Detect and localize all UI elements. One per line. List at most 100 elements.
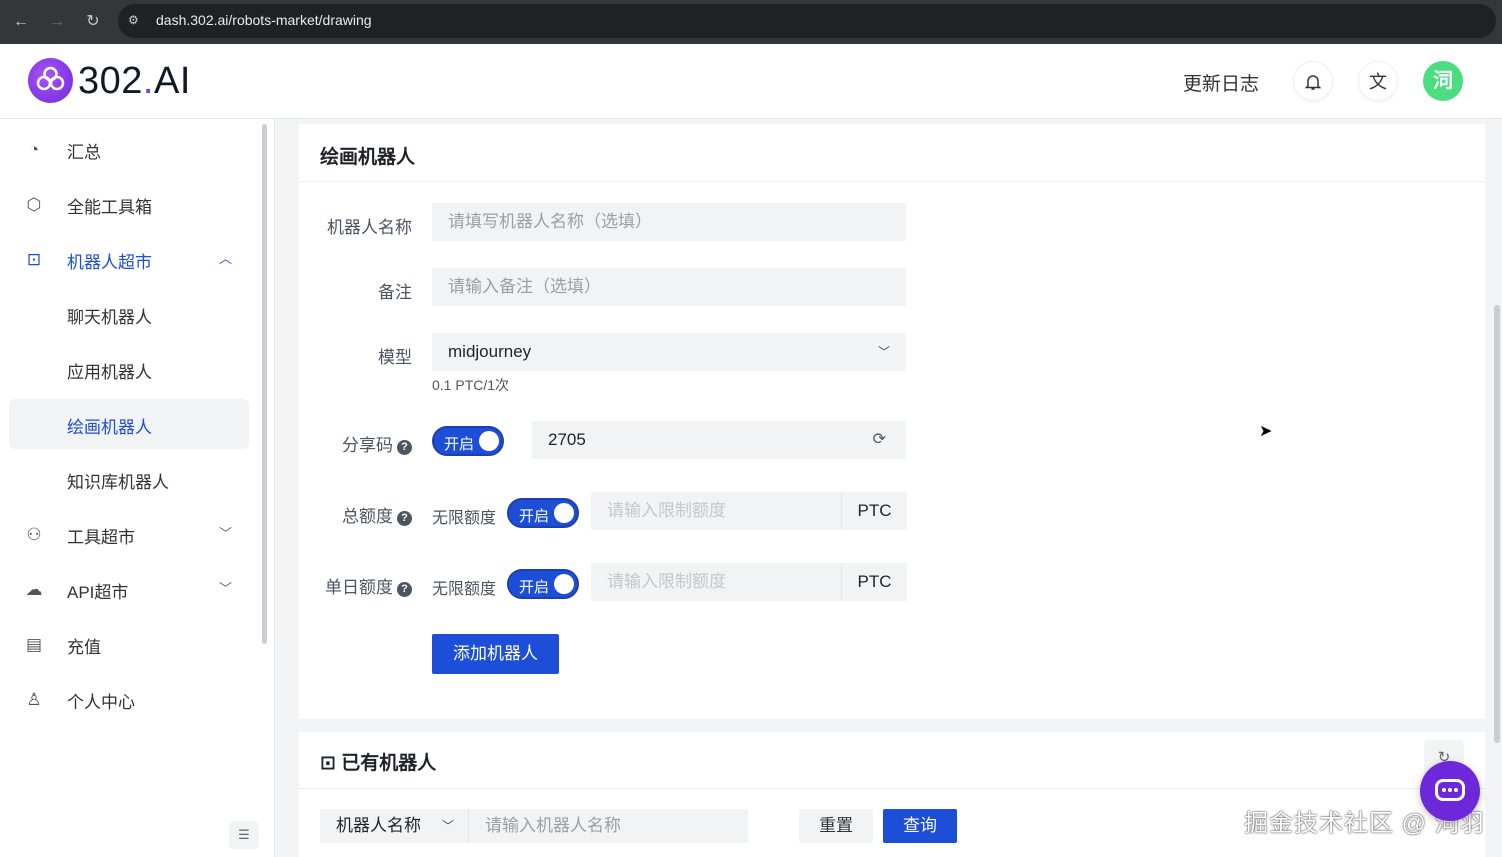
sidebar-item-api-market[interactable]: ☁ API超市 ﹀ bbox=[9, 564, 249, 614]
sidebar-item-label: 工具超市 bbox=[67, 528, 135, 547]
chevron-down-icon: ﹀ bbox=[219, 526, 233, 541]
avatar[interactable]: 泀 bbox=[1423, 61, 1463, 101]
sidebar: ◔ 汇总 ⬡ 全能工具箱 ⊡ 机器人超市 ︿ 聊天机器人 应用机器人 绘画机器人… bbox=[0, 119, 275, 857]
daily-quota-toggle[interactable]: 开启 bbox=[507, 569, 579, 599]
daily-quota-label-text: 单日额度 bbox=[325, 578, 393, 597]
apps-icon: ⚇ bbox=[26, 525, 42, 544]
sidebar-item-label: 机器人超市 bbox=[67, 253, 152, 272]
search-input[interactable]: 请输入机器人名称 bbox=[468, 809, 748, 843]
card-title-text: 已有机器人 bbox=[341, 753, 437, 774]
chevron-down-icon: ﹀ bbox=[441, 819, 454, 833]
refresh-icon[interactable]: ⟳ bbox=[873, 421, 886, 459]
filter-field-value: 机器人名称 bbox=[336, 816, 421, 835]
sidebar-scrollbar[interactable] bbox=[262, 124, 267, 644]
model-value: midjourney bbox=[448, 342, 532, 361]
sidebar-item-label: 应用机器人 bbox=[67, 363, 152, 382]
sidebar-item-tool-market[interactable]: ⚇ 工具超市 ﹀ bbox=[9, 509, 249, 559]
address-bar[interactable]: ⚙ dash.302.ai/robots-market/drawing bbox=[118, 4, 1496, 38]
create-robot-card: 绘画机器人 机器人名称 请填写机器人名称（选填） 备注 请输入备注（选填） 模型… bbox=[299, 124, 1485, 719]
existing-robots-card: ⊡ 已有机器人 ↻ 机器人名称 ﹀ 请输入机器人名称 重置 查询 bbox=[299, 732, 1485, 857]
sidebar-item-chat-robot[interactable]: 聊天机器人 bbox=[9, 289, 249, 339]
filter-field-select[interactable]: 机器人名称 ﹀ bbox=[320, 809, 468, 843]
robot-icon: ⊡ bbox=[320, 753, 336, 774]
app-header: 302.AI 更新日志 文 泀 bbox=[0, 44, 1502, 119]
divider bbox=[299, 181, 1485, 182]
forward-icon[interactable]: → bbox=[45, 10, 69, 34]
toggle-label: 开启 bbox=[444, 436, 475, 453]
sidebar-item-label: 充值 bbox=[67, 638, 101, 657]
remark-label: 备注 bbox=[378, 283, 412, 302]
sidebar-item-label: 汇总 bbox=[67, 143, 101, 162]
chevron-down-icon: ﹀ bbox=[877, 345, 890, 359]
daily-quota-unit: PTC bbox=[841, 563, 907, 601]
toggle-knob bbox=[554, 503, 574, 523]
logo-text-dot: . bbox=[142, 60, 154, 102]
chat-support-icon[interactable] bbox=[1420, 761, 1480, 821]
share-code-label: 分享码? bbox=[272, 431, 412, 456]
sidebar-item-recharge[interactable]: ▤ 充值 bbox=[9, 619, 249, 669]
reset-button[interactable]: 重置 bbox=[799, 809, 873, 843]
robot-icon: ⊡ bbox=[26, 250, 42, 269]
card-title: 绘画机器人 bbox=[320, 147, 416, 168]
model-select[interactable]: midjourney ﹀ bbox=[432, 333, 906, 371]
sidebar-item-drawing-robot[interactable]: 绘画机器人 bbox=[9, 399, 249, 449]
help-icon[interactable]: ? bbox=[397, 582, 412, 597]
sidebar-item-summary[interactable]: ◔ 汇总 bbox=[9, 124, 249, 174]
help-icon[interactable]: ? bbox=[397, 511, 412, 526]
logo-text-main: 302 bbox=[78, 60, 143, 102]
sidebar-item-label: 个人中心 bbox=[67, 693, 135, 712]
divider bbox=[299, 788, 1485, 789]
logo-text[interactable]: 302.AI bbox=[78, 60, 191, 103]
remark-input[interactable]: 请输入备注（选填） bbox=[432, 268, 906, 306]
sidebar-item-toolbox[interactable]: ⬡ 全能工具箱 bbox=[9, 179, 249, 229]
mouse-cursor-icon: ➤ bbox=[1259, 423, 1273, 440]
sidebar-item-label: 聊天机器人 bbox=[67, 308, 152, 327]
share-code-label-text: 分享码 bbox=[342, 436, 393, 455]
sidebar-item-profile[interactable]: ♙ 个人中心 bbox=[9, 674, 249, 724]
back-icon[interactable]: ← bbox=[9, 10, 33, 34]
share-code-input[interactable]: 2705 ⟳ bbox=[532, 421, 906, 459]
dashboard-icon: ◔ bbox=[28, 140, 40, 159]
changelog-link[interactable]: 更新日志 bbox=[1183, 69, 1259, 96]
card-title: ⊡ 已有机器人 bbox=[320, 748, 436, 775]
logo-text-end: AI bbox=[153, 60, 191, 102]
user-icon: ♙ bbox=[26, 690, 42, 709]
sidebar-item-label: 知识库机器人 bbox=[67, 473, 169, 492]
reload-icon[interactable]: ↻ bbox=[81, 10, 105, 34]
site-settings-icon[interactable]: ⚙ bbox=[128, 13, 144, 29]
total-quota-label: 总额度? bbox=[272, 502, 412, 527]
daily-unlimited-label: 无限额度 bbox=[432, 581, 497, 598]
logo-icon[interactable] bbox=[28, 58, 73, 103]
total-quota-input[interactable]: 请输入限制额度 bbox=[591, 492, 841, 530]
query-button[interactable]: 查询 bbox=[883, 809, 957, 843]
card-icon: ▤ bbox=[25, 635, 43, 654]
sidebar-item-knowledge-robot[interactable]: 知识库机器人 bbox=[9, 454, 249, 504]
add-robot-button[interactable]: 添加机器人 bbox=[432, 634, 559, 674]
collapse-sidebar-icon[interactable]: ☰ bbox=[229, 821, 259, 849]
toggle-knob bbox=[554, 574, 574, 594]
toggle-label: 开启 bbox=[519, 508, 550, 525]
page-scrollbar[interactable] bbox=[1494, 305, 1500, 743]
sidebar-item-robot-market[interactable]: ⊡ 机器人超市 ︿ bbox=[9, 234, 249, 284]
unlimited-label: 无限额度 bbox=[432, 510, 497, 527]
robot-name-input[interactable]: 请填写机器人名称（选填） bbox=[432, 203, 906, 241]
daily-quota-input[interactable]: 请输入限制额度 bbox=[591, 563, 841, 601]
browser-toolbar: ← → ↻ ⚙ dash.302.ai/robots-market/drawin… bbox=[0, 0, 1502, 44]
chevron-up-icon: ︿ bbox=[219, 251, 233, 266]
total-quota-toggle[interactable]: 开启 bbox=[507, 498, 579, 528]
model-label: 模型 bbox=[378, 348, 412, 367]
translate-icon[interactable]: 文 bbox=[1358, 61, 1398, 101]
sidebar-item-app-robot[interactable]: 应用机器人 bbox=[9, 344, 249, 394]
sidebar-item-label: 绘画机器人 bbox=[67, 418, 152, 437]
toggle-knob bbox=[479, 431, 499, 451]
help-icon[interactable]: ? bbox=[397, 440, 412, 455]
share-code-toggle[interactable]: 开启 bbox=[432, 426, 504, 456]
toggle-label: 开启 bbox=[519, 579, 550, 596]
robot-name-label: 机器人名称 bbox=[327, 218, 412, 237]
total-quota-unit: PTC bbox=[841, 492, 907, 530]
share-code-value: 2705 bbox=[548, 430, 586, 449]
chevron-down-icon: ﹀ bbox=[219, 581, 233, 596]
bell-icon[interactable] bbox=[1293, 61, 1333, 101]
daily-quota-label: 单日额度? bbox=[272, 573, 412, 598]
sidebar-item-label: 全能工具箱 bbox=[67, 198, 152, 217]
